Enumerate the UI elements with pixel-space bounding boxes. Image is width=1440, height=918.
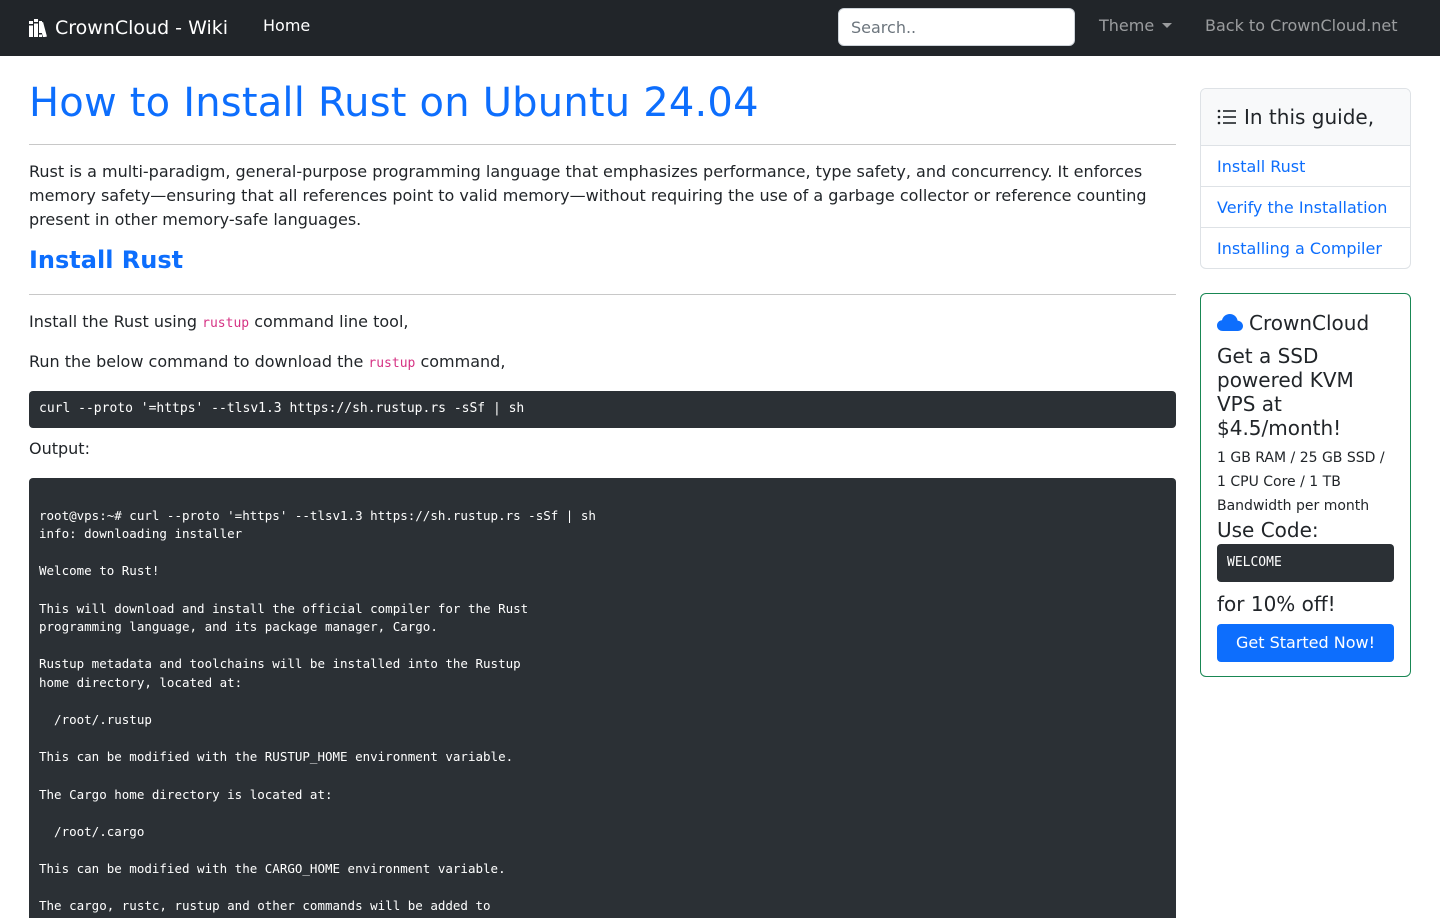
page-title: How to Install Rust on Ubuntu 24.04 bbox=[29, 80, 759, 126]
output-code-block[interactable]: root@vps:~# curl --proto '=https' --tlsv… bbox=[29, 478, 1176, 918]
promo-discount: for 10% off! bbox=[1217, 592, 1336, 616]
section-divider bbox=[29, 294, 1176, 295]
nav-home-link[interactable]: Home bbox=[263, 16, 310, 35]
back-to-crowncloud-link[interactable]: Back to CrownCloud.net bbox=[1205, 16, 1398, 35]
inline-code-rustup: rustup bbox=[202, 316, 250, 331]
brand-text: CrownCloud - Wiki bbox=[55, 17, 229, 39]
output-line: This will download and install the offic… bbox=[39, 600, 529, 616]
toc-item-install-rust[interactable]: Install Rust bbox=[1201, 146, 1410, 187]
intro-paragraph: Rust is a multi-paradigm, general-purpos… bbox=[29, 162, 1147, 229]
cloud-icon bbox=[1217, 314, 1243, 332]
books-icon bbox=[29, 19, 49, 37]
brand-link[interactable]: CrownCloud - Wiki bbox=[29, 14, 228, 42]
promo-title: CrownCloud bbox=[1217, 310, 1394, 336]
output-line: /root/.rustup bbox=[39, 712, 152, 728]
output-label: Output: bbox=[29, 439, 90, 458]
promo-specs: 1 GB RAM / 25 GB SSD / 1 CPU Core / 1 TB… bbox=[1217, 450, 1385, 514]
promo-headline: Get a SSD powered KVM VPS at $4.5/month! bbox=[1217, 344, 1354, 440]
promo-card: CrownCloud Get a SSD powered KVM VPS at … bbox=[1200, 293, 1411, 677]
output-line: Rustup metadata and toolchains will be i… bbox=[39, 656, 521, 672]
theme-dropdown[interactable]: Theme bbox=[1099, 16, 1173, 35]
search-input[interactable] bbox=[838, 8, 1075, 46]
toc-item-installing-compiler[interactable]: Installing a Compiler bbox=[1201, 228, 1410, 268]
title-divider bbox=[29, 144, 1176, 145]
promo-title-text: CrownCloud bbox=[1249, 311, 1370, 335]
install-paragraph: Install the Rust using rustup command li… bbox=[29, 312, 408, 331]
top-navbar: CrownCloud - Wiki Home Theme Back to Cro… bbox=[0, 0, 1440, 56]
caret-down-icon bbox=[1162, 23, 1173, 28]
toc-header-text: In this guide, bbox=[1244, 105, 1375, 129]
output-line: This can be modified with the RUSTUP_HOM… bbox=[39, 749, 514, 765]
get-started-button[interactable]: Get Started Now! bbox=[1217, 624, 1394, 662]
promo-use-code-label: Use Code: bbox=[1217, 518, 1319, 542]
command-code-block: curl --proto '=https' --tlsv1.3 https://… bbox=[29, 391, 1176, 428]
toc-item-verify-installation[interactable]: Verify the Installation bbox=[1201, 187, 1410, 228]
install-paragraph-text-after: command line tool, bbox=[249, 312, 409, 331]
run-paragraph-text-before: Run the below command to download the bbox=[29, 352, 369, 371]
output-line: info: downloading installer bbox=[39, 526, 243, 542]
output-line: The Cargo home directory is located at: bbox=[39, 786, 333, 802]
section-heading-install-rust[interactable]: Install Rust bbox=[29, 246, 183, 274]
table-of-contents: In this guide, Install Rust Verify the I… bbox=[1200, 88, 1411, 269]
run-paragraph-text-after: command, bbox=[415, 352, 506, 371]
toc-header: In this guide, bbox=[1201, 89, 1410, 146]
output-line: root@vps:~# curl --proto '=https' --tlsv… bbox=[39, 507, 596, 523]
inline-code-rustup: rustup bbox=[368, 356, 416, 371]
output-line: Welcome to Rust! bbox=[39, 563, 160, 579]
output-line: programming language, and its package ma… bbox=[39, 619, 438, 635]
install-paragraph-text-before: Install the Rust using bbox=[29, 312, 203, 331]
run-paragraph: Run the below command to download the ru… bbox=[29, 352, 505, 371]
list-icon bbox=[1217, 108, 1237, 126]
output-line: This can be modified with the CARGO_HOME… bbox=[39, 860, 506, 876]
theme-label: Theme bbox=[1099, 16, 1155, 35]
output-line: /root/.cargo bbox=[39, 823, 145, 839]
output-line: home directory, located at: bbox=[39, 674, 243, 690]
promo-code: WELCOME bbox=[1217, 544, 1394, 582]
